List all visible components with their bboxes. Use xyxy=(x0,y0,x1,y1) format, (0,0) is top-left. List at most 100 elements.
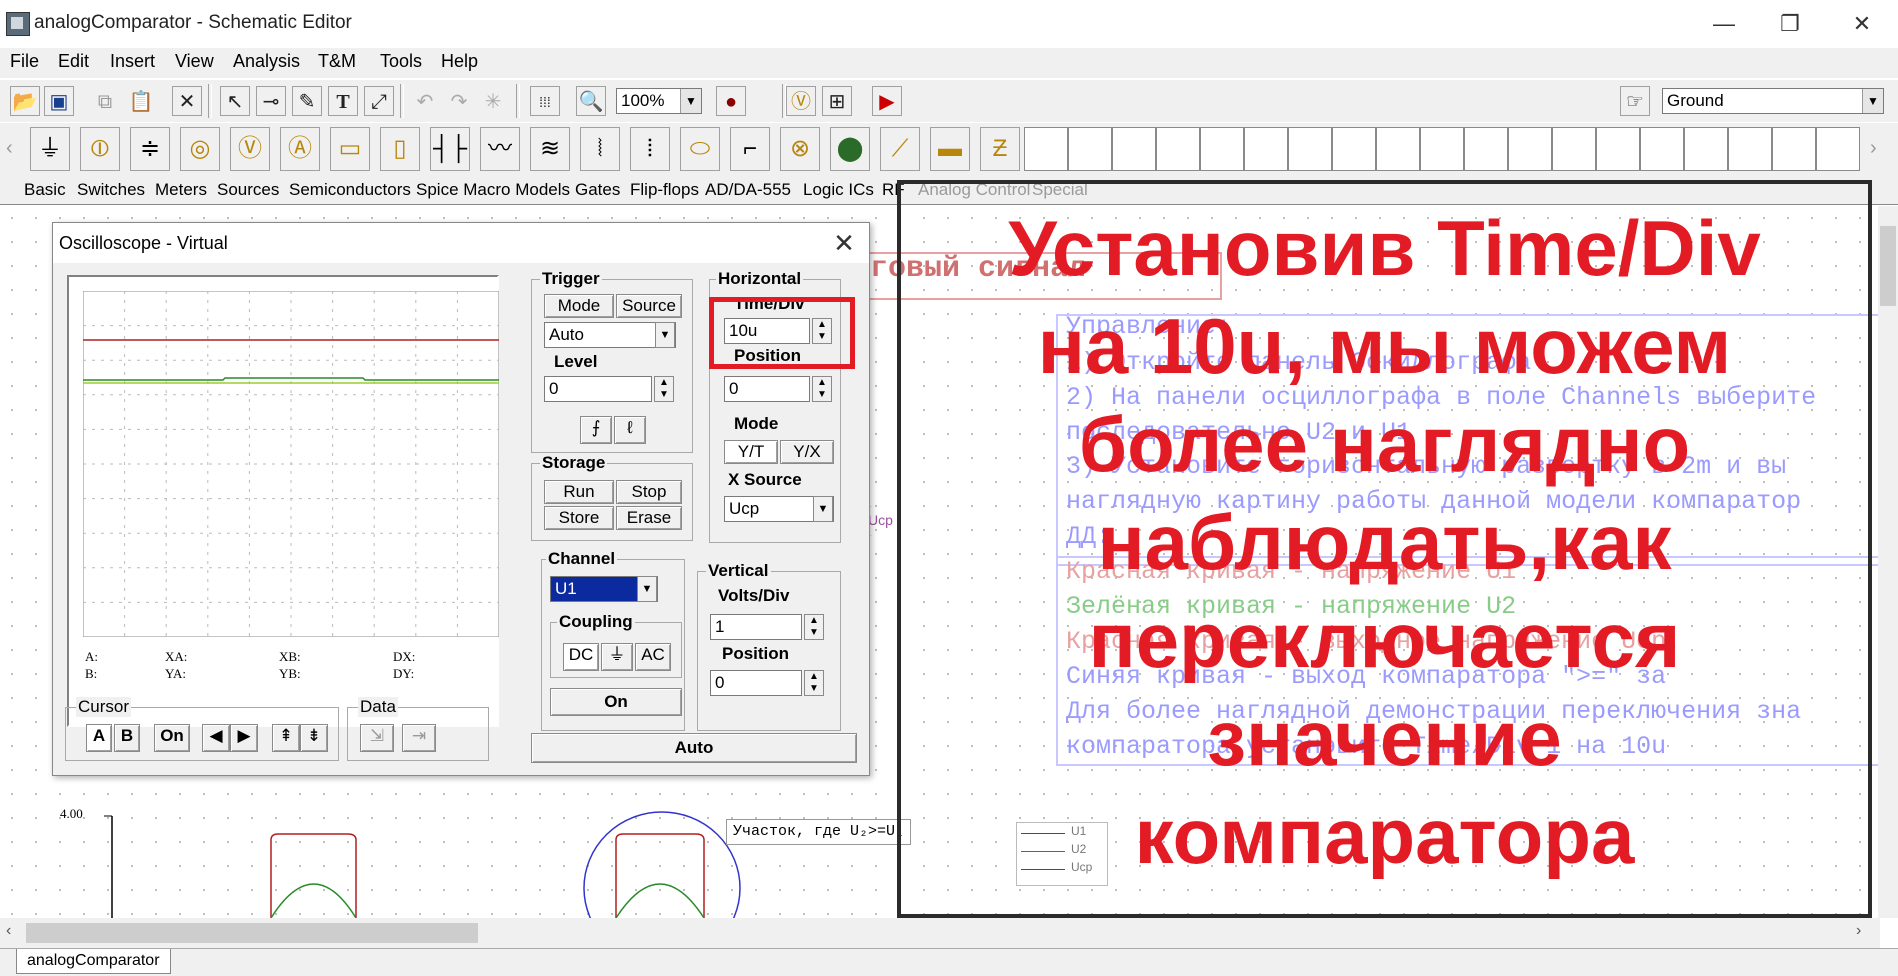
scroll-right-icon[interactable]: › xyxy=(1870,137,1877,160)
ground-place-icon[interactable]: ☞ xyxy=(1620,86,1650,116)
scroll-left-arrow-icon[interactable]: ‹ xyxy=(6,922,11,940)
rotate-icon[interactable]: ✳ xyxy=(478,86,508,116)
vertical-position-stepper[interactable]: ▲ ▼ xyxy=(804,670,824,696)
text-tool-icon[interactable]: T xyxy=(328,86,358,116)
vertical-scrollbar[interactable] xyxy=(1878,206,1898,918)
menu-tools[interactable]: Tools xyxy=(380,51,422,72)
oscilloscope-close-button[interactable]: ✕ xyxy=(823,225,865,261)
wire-icon[interactable]: ⊸ xyxy=(256,86,286,116)
menu-tm[interactable]: T&M xyxy=(318,51,356,72)
save-icon[interactable]: ▣ xyxy=(44,86,74,116)
close-button[interactable]: ✕ xyxy=(1832,6,1892,42)
scroll-left-icon[interactable]: ‹ xyxy=(6,137,13,160)
zoom-icon[interactable]: 🔍 xyxy=(576,86,606,116)
tab-gates[interactable]: Gates xyxy=(575,180,620,200)
component-select[interactable]: Ground ▼ xyxy=(1662,88,1884,114)
yx-button[interactable]: Y/X xyxy=(780,440,834,464)
menu-file[interactable]: File xyxy=(10,51,39,72)
inductor-core-icon[interactable]: ≋ xyxy=(530,127,570,171)
relay-icon[interactable]: ⬭ xyxy=(680,127,720,171)
tab-ad-da-555[interactable]: AD/DA-555 xyxy=(705,180,791,200)
data-import-icon[interactable]: ⇲ xyxy=(360,724,394,752)
erase-button[interactable]: Erase xyxy=(616,506,682,530)
grid-icon[interactable]: ⁞⁞⁞ xyxy=(530,86,560,116)
document-tab[interactable]: analogComparator xyxy=(16,949,171,974)
run-button[interactable]: Run xyxy=(544,480,614,504)
auto-button[interactable]: Auto xyxy=(531,733,857,763)
transformer-2-icon[interactable]: ⦙ xyxy=(630,127,670,171)
voltmeter-part-icon[interactable]: Ⓥ xyxy=(230,127,270,171)
menu-view[interactable]: View xyxy=(175,51,214,72)
menu-edit[interactable]: Edit xyxy=(58,51,89,72)
tab-switches[interactable]: Switches xyxy=(77,180,145,200)
ground-icon[interactable]: ⏚ xyxy=(30,127,70,171)
trigger-mode-button[interactable]: Mode xyxy=(544,294,614,318)
voltmeter-icon[interactable]: Ⓥ xyxy=(786,86,816,116)
scroll-right-arrow-icon[interactable]: › xyxy=(1856,922,1861,940)
minimize-button[interactable]: — xyxy=(1694,6,1754,42)
select-pointer-icon[interactable]: ↖ xyxy=(220,86,250,116)
stop-button[interactable]: Stop xyxy=(616,480,682,504)
ac-voltage-icon[interactable]: ◎ xyxy=(180,127,220,171)
dc-button[interactable]: DC xyxy=(563,643,599,671)
cursor-down-icon[interactable]: ⇟ xyxy=(300,724,328,752)
vertical-position-input[interactable]: 0 xyxy=(710,670,802,696)
resistor-vertical-icon[interactable]: ▯ xyxy=(380,127,420,171)
restore-button[interactable]: ❐ xyxy=(1760,6,1820,42)
impedance-icon[interactable]: Ƶ xyxy=(980,127,1020,171)
menu-insert[interactable]: Insert xyxy=(110,51,155,72)
falling-edge-icon[interactable]: ℓ xyxy=(614,416,646,444)
tab-spice-macro-models[interactable]: Spice Macro Models xyxy=(416,180,570,200)
horizontal-position-input[interactable]: 0 xyxy=(724,376,810,402)
tab-logic-ics[interactable]: Logic ICs xyxy=(803,180,874,200)
pen-icon[interactable]: ✎ xyxy=(292,86,322,116)
tab-flip-flops[interactable]: Flip-flops xyxy=(630,180,699,200)
inductor-icon[interactable]: 〰 xyxy=(480,127,520,171)
tab-basic[interactable]: Basic xyxy=(24,180,66,200)
trigger-source-button[interactable]: Source xyxy=(616,294,682,318)
open-icon[interactable]: 📂 xyxy=(10,86,40,116)
menu-analysis[interactable]: Analysis xyxy=(233,51,300,72)
cursor-left-icon[interactable]: ◀ xyxy=(202,724,230,752)
ac-button[interactable]: AC xyxy=(635,643,671,671)
switch-icon[interactable]: ⌐ xyxy=(730,127,770,171)
horizontal-scrollbar[interactable]: ‹ › xyxy=(0,918,1880,948)
resistor-icon[interactable]: ▭ xyxy=(330,127,370,171)
data-export-icon[interactable]: ⇥ xyxy=(402,724,436,752)
tab-semiconductors[interactable]: Semiconductors xyxy=(289,180,411,200)
tab-meters[interactable]: Meters xyxy=(155,180,207,200)
cursor-on-button[interactable]: On xyxy=(154,724,190,752)
volts-div-stepper[interactable]: ▲ ▼ xyxy=(804,614,824,640)
volts-div-input[interactable]: 1 xyxy=(710,614,802,640)
menu-help[interactable]: Help xyxy=(441,51,478,72)
xsource-select[interactable]: Ucp ▼ xyxy=(724,496,834,522)
level-input[interactable]: 0 xyxy=(544,376,652,402)
horizontal-position-stepper[interactable]: ▲ ▼ xyxy=(812,376,832,402)
graph-tool-icon[interactable]: ⤢ xyxy=(364,86,394,116)
redo-icon[interactable]: ↷ xyxy=(444,86,474,116)
motor-icon[interactable]: ⬤ xyxy=(830,127,870,171)
copy-icon[interactable]: ⧉ xyxy=(90,86,120,116)
capacitor-icon[interactable]: ┤├ xyxy=(430,127,470,171)
undo-icon[interactable]: ↶ xyxy=(410,86,440,116)
transformer-icon[interactable]: ⦚ xyxy=(580,127,620,171)
level-stepper[interactable]: ▲ ▼ xyxy=(654,376,674,402)
diode-icon[interactable]: ▶ xyxy=(872,86,902,116)
delete-icon[interactable]: ✕ xyxy=(172,86,202,116)
rising-edge-icon[interactable]: ⨍ xyxy=(580,416,612,444)
channel-select[interactable]: U1 ▼ xyxy=(550,576,658,602)
lamp-icon[interactable]: ⊗ xyxy=(780,127,820,171)
scope-screen[interactable] xyxy=(83,291,499,637)
tab-sources[interactable]: Sources xyxy=(217,180,279,200)
source-stack-icon[interactable]: ≑ xyxy=(130,127,170,171)
channel-on-button[interactable]: On xyxy=(550,688,682,716)
cursor-right-icon[interactable]: ▶ xyxy=(230,724,258,752)
fuse-icon[interactable]: ▬ xyxy=(930,127,970,171)
zoom-select[interactable]: 100% ▼ xyxy=(616,88,702,114)
battery-icon[interactable]: ⦶ xyxy=(80,127,120,171)
probe-icon[interactable]: ⊞ xyxy=(822,86,852,116)
ammeter-part-icon[interactable]: Ⓐ xyxy=(280,127,320,171)
horizontal-scroll-thumb[interactable] xyxy=(26,923,478,943)
paste-icon[interactable]: 📋 xyxy=(126,86,156,116)
ground-coupling-icon[interactable]: ⏚ xyxy=(601,643,633,671)
